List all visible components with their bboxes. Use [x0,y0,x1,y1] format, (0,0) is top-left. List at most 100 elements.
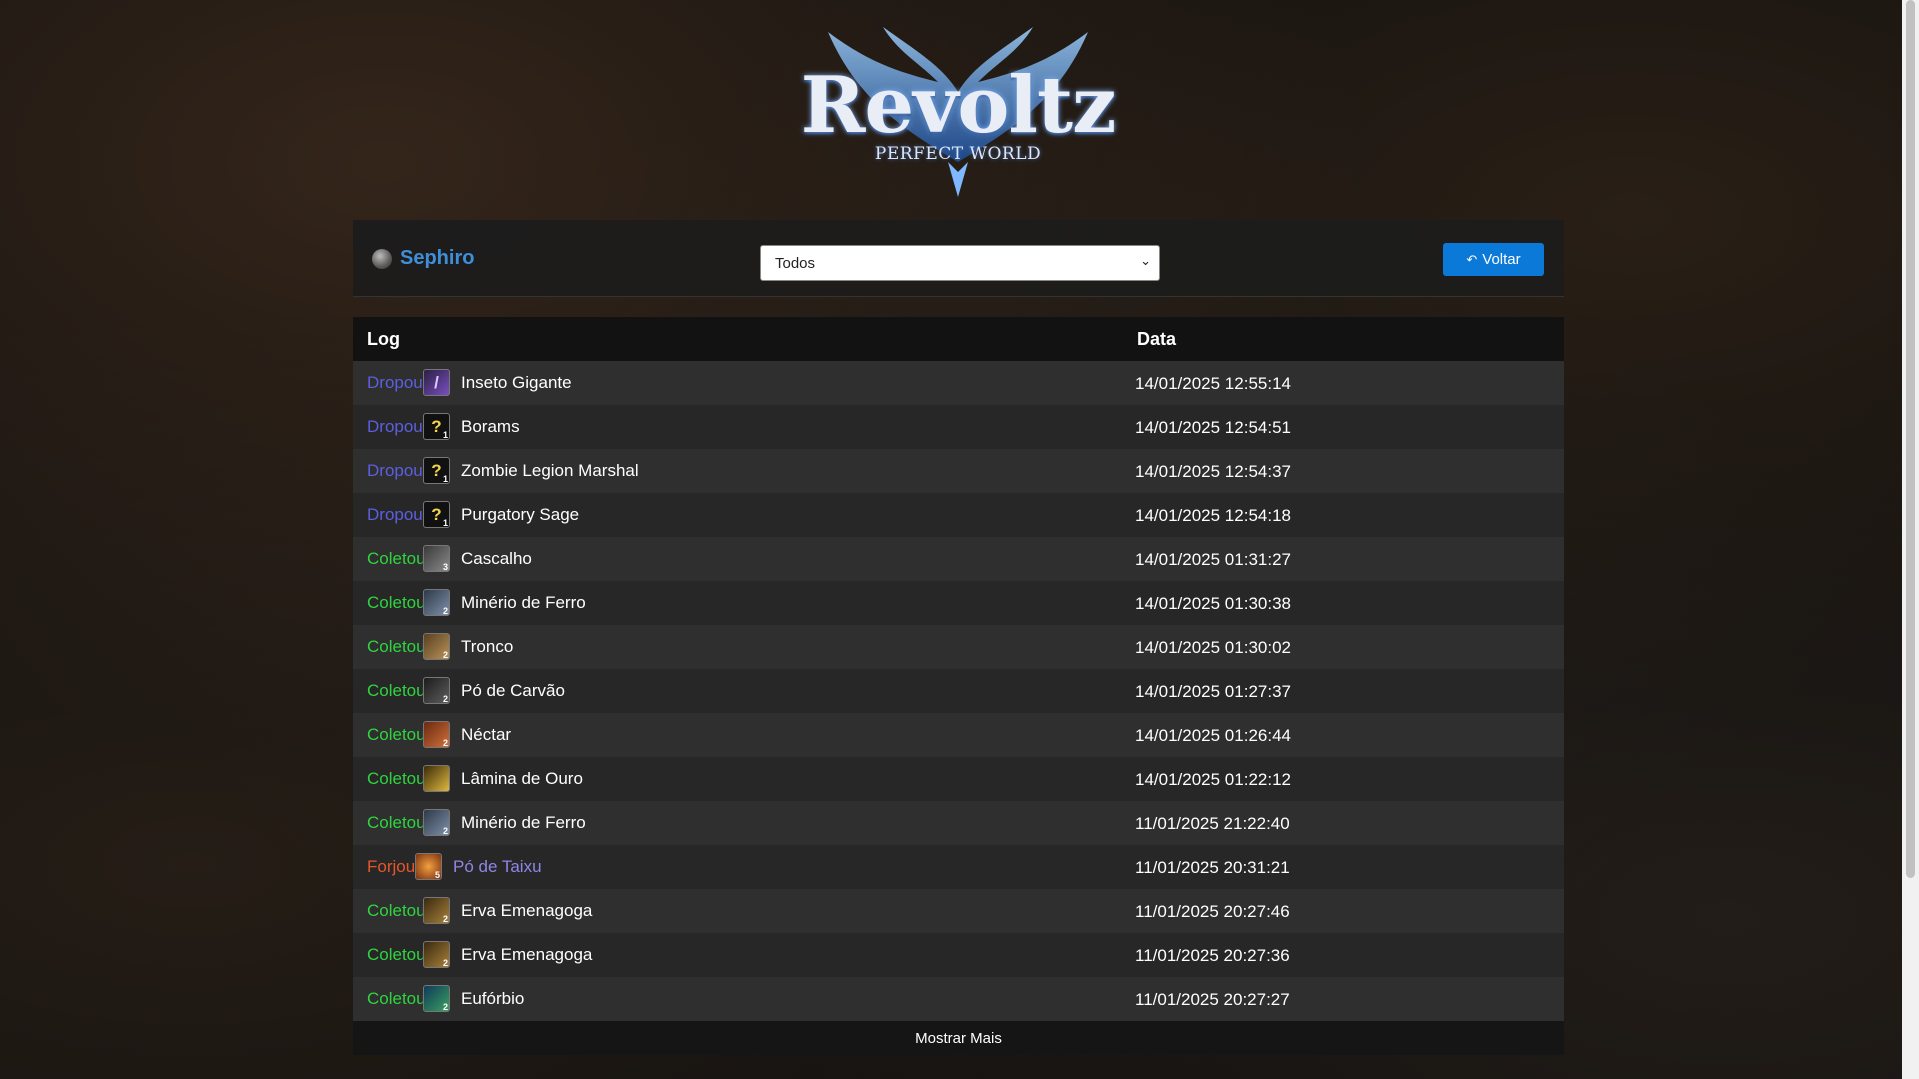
table-row: Coletou 2 Minério de Ferro 11/01/2025 21:22… [353,801,1564,845]
log-action: Dropou [367,373,423,392]
log-date: 14/01/2025 01:31:27 [1135,550,1291,569]
taixu-powder-icon: 5 [415,853,442,880]
table-row: Dropou / Inseto Gigante 14/01/2025 12:55:14 [353,361,1564,405]
item-name: Pó de Carvão [461,681,565,700]
question-mark-icon: ? 1 [423,413,450,440]
item-name: Lâmina de Ouro [461,769,583,788]
log-table: Log Data Dropou / Inseto Gigante 14/01/2025… [353,317,1564,1055]
item-quantity: 1 [442,474,448,484]
show-more-button[interactable]: Mostrar Mais [353,1021,1564,1055]
table-row: Coletou 2 Erva Emenagoga 11/01/2025 20:27:3… [353,933,1564,977]
table-row: Coletou 2 Tronco 14/01/2025 01:30:02 [353,625,1564,669]
log-date: 14/01/2025 12:54:37 [1135,462,1291,481]
log-date: 14/01/2025 12:55:14 [1135,374,1291,393]
herb-icon: 2 [423,941,450,968]
log-date: 11/01/2025 20:27:27 [1135,990,1290,1009]
item-name: Purgatory Sage [461,505,580,524]
character-info: Sephiro [372,247,474,270]
item-name: Tronco [461,637,514,656]
back-button[interactable]: ↶ Voltar [1443,243,1544,276]
iron-ore-icon: 2 [423,809,450,836]
log-column-header: Log [367,328,400,349]
item-quantity: 2 [442,826,448,836]
scrollbar[interactable] [1902,0,1919,1079]
table-row: Coletou 2 Minério de Ferro 14/01/2025 01:30… [353,581,1564,625]
item-quantity: 2 [442,914,448,924]
item-name: Minério de Ferro [461,593,586,612]
item-quantity: 1 [442,430,448,440]
date-column-header: Data [1137,328,1177,349]
log-date: 14/01/2025 01:26:44 [1135,726,1291,745]
item-quantity: 2 [442,694,448,704]
herb-icon: 2 [423,897,450,924]
log-action: Coletou [367,945,426,964]
question-mark-icon: ? 1 [423,501,450,528]
item-name: Borams [461,417,520,436]
character-name: Sephiro [400,247,475,269]
item-name: Néctar [461,725,512,744]
item-quantity: 2 [442,1002,448,1012]
item-name: Inseto Gigante [461,373,572,392]
log-action: Coletou [367,901,426,920]
purple-feather-icon: / [423,369,450,396]
nectar-icon: 2 [423,721,450,748]
iron-ore-icon: 2 [423,589,450,616]
log-action: Coletou [367,593,426,612]
table-row: Dropou? 1 Purgatory Sage 14/01/2025 12:54:1… [353,493,1564,537]
log-action: Dropou [367,461,423,480]
question-mark-icon: ? 1 [423,457,450,484]
log-date: 14/01/2025 01:30:38 [1135,594,1291,613]
coal-icon: 2 [423,677,450,704]
item-quantity: 2 [442,650,448,660]
item-name: Pó de Taixu [453,857,542,876]
log-action: Coletou [367,549,426,568]
log-action: Coletou [367,769,426,788]
log-filter-select[interactable]: Todos ⌄ [760,245,1160,281]
log-date: 14/01/2025 01:22:12 [1135,770,1291,789]
log-panel: Sephiro Todos ⌄ ↶ Voltar Log Data Dropou… [353,220,1564,1055]
item-quantity: 2 [442,958,448,968]
table-row: Coletou 2 Néctar 14/01/2025 01:26:44 [353,713,1564,757]
log-action: Forjou [367,857,416,876]
log-date: 11/01/2025 20:27:46 [1135,902,1290,921]
gold-blade-icon [423,765,450,792]
item-name: Zombie Legion Marshal [461,461,639,480]
log-date: 11/01/2025 20:27:36 [1135,946,1290,965]
scrollbar-thumb[interactable] [1906,0,1915,878]
table-row: Dropou? 1 Zombie Legion Marshal 14/01/2025 … [353,449,1564,493]
table-row: Coletou 3 Cascalho 14/01/2025 01:31:27 [353,537,1564,581]
log-action: Coletou [367,813,426,832]
back-button-label: Voltar [1482,251,1521,268]
item-quantity: 2 [442,738,448,748]
logo-title: Revoltz [800,60,1117,151]
log-icon: 2 [423,633,450,660]
log-action: Dropou [367,505,423,524]
euphorbia-icon: 2 [423,985,450,1012]
item-name: Eufórbio [461,989,525,1008]
log-action: Coletou [367,725,426,744]
item-quantity: 5 [434,870,440,880]
log-date: 14/01/2025 12:54:51 [1135,418,1291,437]
table-row: Coletou Lâmina de Ouro 14/01/2025 01:22:12 [353,757,1564,801]
log-action: Dropou [367,417,423,436]
revoltz-logo: Revoltz PERFECT WORLD [788,12,1128,202]
table-row: Forjou 5 Pó de Taixu 11/01/2025 20:31:21 [353,845,1564,889]
log-action: Coletou [367,681,426,700]
table-row: Coletou 2 Erva Emenagoga 11/01/2025 20:27:4… [353,889,1564,933]
chevron-down-icon: ⌄ [1140,254,1151,269]
item-name: Cascalho [461,549,532,568]
table-body: Dropou / Inseto Gigante 14/01/2025 12:55:14… [353,361,1564,1021]
item-name: Minério de Ferro [461,813,586,832]
log-date: 11/01/2025 20:31:21 [1135,858,1290,877]
log-date: 14/01/2025 01:30:02 [1135,638,1291,657]
item-quantity: 3 [442,562,448,572]
item-quantity: 1 [442,518,448,528]
item-quantity: 2 [442,606,448,616]
table-row: Coletou 2 Pó de Carvão 14/01/2025 01:27:37 [353,669,1564,713]
logo-subtitle: PERFECT WORLD [874,144,1042,164]
panel-header: Sephiro Todos ⌄ ↶ Voltar [353,220,1564,297]
table-row: Dropou? 1 Borams 14/01/2025 12:54:51 [353,405,1564,449]
item-name: Erva Emenagoga [461,945,593,964]
character-class-icon [372,248,392,269]
log-action: Coletou [367,989,426,1008]
